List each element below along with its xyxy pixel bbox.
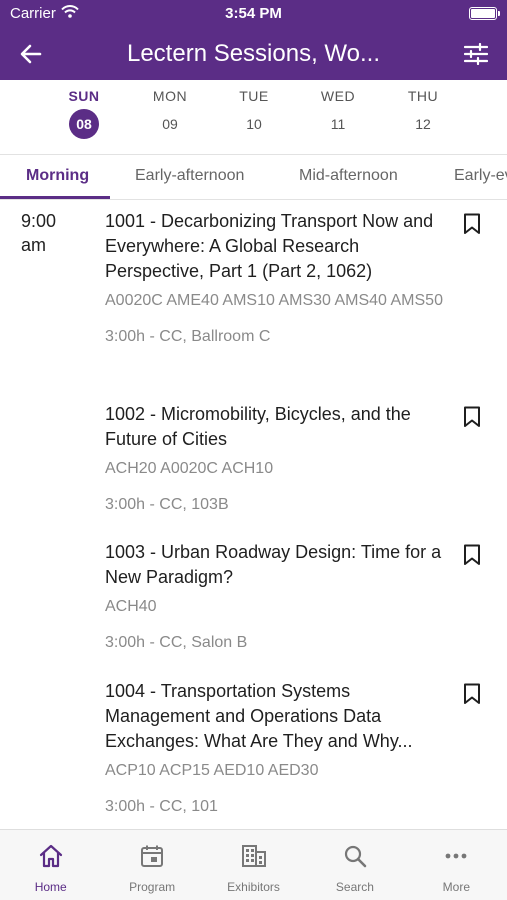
session-codes: ACP10 ACP15 AED10 AED30 [105,762,319,779]
date-selector: SUN 08 MON 09 TUE 10 WED 11 THU 12 [0,80,507,155]
tab-program[interactable]: Program [101,830,202,900]
list-item[interactable]: 1003 - Urban Roadway Design: Time for a … [105,540,447,655]
battery-icon [469,7,500,20]
bookmark-button[interactable] [461,404,483,430]
tab-label: More [442,880,470,894]
date-day-of-week: THU [407,88,439,104]
bookmark-icon [464,213,480,234]
tab-early-evening[interactable]: Early-ev [454,167,507,185]
tab-label: Home [34,880,67,894]
tab-more[interactable]: More [406,830,507,900]
tab-label: Program [129,880,176,894]
tab-mid-afternoon[interactable]: Mid-afternoon [299,167,398,185]
session-location: 3:00h - CC, 103B [105,496,229,513]
date-day-of-week: SUN [68,88,100,104]
session-codes: A0020C AME40 AMS10 AMS30 AMS40 AMS50 [105,292,443,309]
tab-label: Search [335,880,374,894]
building-icon [240,842,268,870]
sliders-icon [464,43,488,65]
session-list: 9:00 am 1001 - Decarbonizing Transport N… [0,200,507,829]
time-slot-period: am [21,235,47,255]
date-number: 12 [415,116,431,132]
session-location: 3:00h - CC, 101 [105,798,218,815]
tab-search[interactable]: Search [304,830,405,900]
bookmark-button[interactable] [461,211,483,237]
date-number: 11 [330,116,346,132]
session-title: 1001 - Decarbonizing Transport Now and E… [105,211,434,281]
list-item[interactable]: 1002 - Micromobility, Bicycles, and the … [105,402,447,517]
date-number: 10 [246,116,262,132]
time-slot-time: 9:00 [21,211,57,231]
bottom-tab-bar: Home Program Exhibitors Search More [0,829,507,900]
calendar-icon [138,842,166,870]
bookmark-button[interactable] [461,681,483,707]
date-sun[interactable]: SUN 08 [49,88,119,139]
tab-exhibitors[interactable]: Exhibitors [203,830,304,900]
date-number: 09 [162,116,178,132]
date-mon[interactable]: MON 09 [135,88,205,139]
date-day-of-week: WED [320,88,356,104]
tab-home[interactable]: Home [0,830,101,900]
bookmark-button[interactable] [461,542,483,568]
list-item[interactable]: 1001 - Decarbonizing Transport Now and E… [105,209,447,349]
session-title: 1004 - Transportation Systems Management… [105,681,413,751]
date-number: 08 [69,109,99,139]
bookmark-icon [464,406,480,427]
tab-morning[interactable]: Morning [26,167,89,185]
session-title: 1002 - Micromobility, Bicycles, and the … [105,404,411,449]
active-tab-indicator [0,196,110,199]
search-icon [341,842,369,870]
tab-label: Exhibitors [227,880,280,894]
date-day-of-week: MON [152,88,188,104]
bookmark-icon [464,544,480,565]
page-title: Lectern Sessions, Wo... [126,40,380,67]
time-slot-label: 9:00 am [21,209,56,257]
date-thu[interactable]: THU 12 [388,88,458,139]
back-button[interactable] [14,38,48,70]
date-wed[interactable]: WED 11 [303,88,373,139]
session-title: 1003 - Urban Roadway Design: Time for a … [105,542,442,587]
time-of-day-tabs: Morning Early-afternoon Mid-afternoon Ea… [0,155,507,200]
date-day-of-week: TUE [239,88,269,104]
session-codes: ACH40 [105,598,157,615]
tab-early-afternoon[interactable]: Early-afternoon [135,167,244,185]
session-location: 3:00h - CC, Salon B [105,634,248,651]
nav-bar: Lectern Sessions, Wo... [0,28,507,80]
list-item[interactable]: 1004 - Transportation Systems Management… [105,679,447,819]
more-icon [442,842,470,870]
status-bar: Carrier 3:54 PM [0,0,507,28]
session-codes: ACH20 A0020C ACH10 [105,460,274,477]
header: Carrier 3:54 PM Lectern Sessions, Wo... [0,0,507,80]
filter-button[interactable] [459,38,493,70]
date-tue[interactable]: TUE 10 [219,88,289,139]
home-icon [37,842,65,870]
bookmark-icon [464,683,480,704]
session-location: 3:00h - CC, Ballroom C [105,328,271,345]
status-time: 3:54 PM [225,5,282,22]
arrow-left-icon [20,44,42,64]
